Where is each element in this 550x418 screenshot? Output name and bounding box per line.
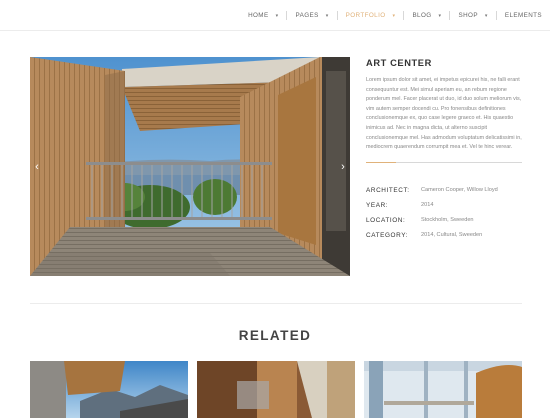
- related-heading: RELATED: [238, 328, 312, 343]
- nav-item-pages[interactable]: PAGES ▾: [287, 12, 336, 19]
- detail-label: CATEGORY:: [366, 231, 409, 239]
- nav-item-home[interactable]: HOME ▾: [240, 12, 286, 19]
- balcony-photo: [30, 57, 350, 276]
- accent-divider: [366, 161, 396, 163]
- project-title: ART CENTER: [366, 58, 432, 68]
- project-description: Lorem ipsum dolor sit amet, ei impetus e…: [366, 77, 522, 151]
- detail-row-location: LOCATION: Stockholm, Sweeden: [366, 213, 524, 228]
- project-details: ARCHITECT: Cameron Cooper, Willow Lloyd …: [366, 183, 524, 243]
- slider-prev-arrow[interactable]: ‹: [32, 160, 42, 174]
- nav-item-label: ELEMENTS: [504, 12, 542, 19]
- detail-value: Cameron Cooper, Willow Lloyd: [421, 187, 498, 194]
- detail-row-category: CATEGORY: 2014, Cultural, Sweeden: [366, 228, 524, 243]
- nav-item-label: HOME: [248, 12, 269, 19]
- detail-label: YEAR:: [366, 201, 389, 209]
- detail-value: 2014: [421, 202, 434, 209]
- chevron-down-icon: ▾: [438, 12, 442, 19]
- project-image-slider[interactable]: ‹ ›: [30, 57, 350, 276]
- nav-item-label: SHOP: [458, 12, 478, 19]
- chevron-down-icon: ▾: [484, 12, 488, 19]
- detail-row-year: YEAR: 2014: [366, 198, 524, 213]
- nav-item-label: BLOG: [412, 12, 432, 19]
- nav-item-label: PAGES: [295, 12, 319, 19]
- detail-label: ARCHITECT:: [366, 186, 410, 194]
- related-photo-mountain-balcony: [30, 361, 188, 418]
- detail-label: LOCATION:: [366, 216, 406, 224]
- nav-item-elements[interactable]: ELEMENTS: [497, 12, 550, 19]
- site-header: HOME ▾ PAGES ▾ PORTFOLIO ▾ BLOG ▾ SHOP ▾…: [0, 0, 550, 31]
- detail-value: Stockholm, Sweeden: [421, 217, 474, 224]
- chevron-down-icon: ▾: [325, 12, 329, 19]
- nav-item-portfolio[interactable]: PORTFOLIO ▾: [338, 12, 404, 19]
- slider-next-arrow[interactable]: ›: [338, 160, 348, 174]
- nav-item-shop[interactable]: SHOP ▾: [450, 12, 495, 19]
- section-divider: [30, 303, 522, 304]
- related-photo-glass-atrium: [364, 361, 522, 418]
- project-info: ART CENTER Lorem ipsum dolor sit amet, e…: [366, 57, 524, 243]
- chevron-down-icon: ▾: [275, 12, 279, 19]
- related-project-thumbnail[interactable]: [30, 361, 188, 418]
- detail-row-architect: ARCHITECT: Cameron Cooper, Willow Lloyd: [366, 183, 524, 198]
- chevron-down-icon: ▾: [392, 12, 396, 19]
- main-nav: HOME ▾ PAGES ▾ PORTFOLIO ▾ BLOG ▾ SHOP ▾…: [240, 0, 550, 31]
- related-project-thumbnail[interactable]: [197, 361, 355, 418]
- related-project-thumbnail[interactable]: [364, 361, 522, 418]
- nav-item-label: PORTFOLIO: [345, 12, 386, 19]
- detail-value: 2014, Cultural, Sweeden: [421, 232, 483, 239]
- nav-item-blog[interactable]: BLOG ▾: [404, 12, 449, 19]
- related-photo-wood-interior: [197, 361, 355, 418]
